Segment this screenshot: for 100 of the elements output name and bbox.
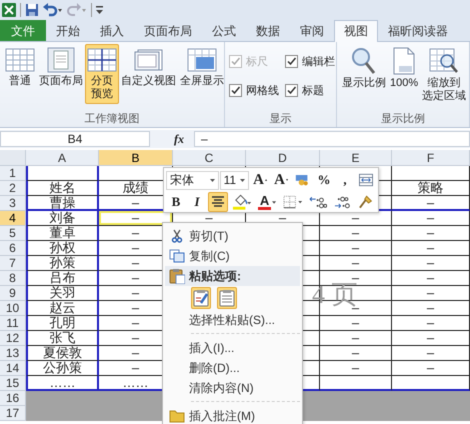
ribbon-button[interactable]: 分页 预览 bbox=[85, 44, 119, 104]
table-cell: 孙权 bbox=[26, 241, 99, 256]
menu-heading: 粘贴选项: bbox=[165, 266, 300, 286]
file-tab[interactable]: 文件 bbox=[0, 20, 46, 41]
column-header[interactable]: E bbox=[320, 150, 392, 166]
checkbox[interactable] bbox=[285, 55, 298, 68]
clipboard-icon bbox=[219, 289, 235, 307]
table-cell: – bbox=[99, 211, 173, 226]
font-field[interactable]: 宋体 bbox=[166, 170, 219, 190]
column-header[interactable]: F bbox=[392, 150, 470, 166]
toolbar-button[interactable] bbox=[208, 192, 228, 212]
checkbox-label: 标尺 bbox=[246, 55, 268, 69]
decrease-decimal-icon bbox=[334, 195, 351, 209]
font-color-button[interactable]: A bbox=[255, 192, 280, 212]
brush-icon bbox=[358, 194, 373, 210]
ribbon-tab[interactable]: 视图 bbox=[334, 20, 378, 42]
row-header[interactable]: 13 bbox=[0, 346, 26, 361]
menu-item[interactable]: 插入批注(M) bbox=[165, 406, 300, 424]
paste-values-button[interactable] bbox=[217, 287, 237, 309]
borders-icon bbox=[283, 195, 302, 209]
checkbox-label: 标题 bbox=[302, 84, 324, 98]
ribbon-button[interactable]: 页面布局 bbox=[37, 44, 85, 91]
undo-icon[interactable] bbox=[43, 3, 63, 17]
row-header[interactable]: 9 bbox=[0, 286, 26, 301]
grid-icon bbox=[87, 47, 117, 73]
grow-font-button[interactable]: A bbox=[250, 170, 270, 190]
row-header[interactable]: 3 bbox=[0, 196, 26, 211]
insert-function-button[interactable]: fx bbox=[164, 132, 194, 146]
table-cell: – bbox=[320, 226, 392, 241]
save-icon[interactable] bbox=[25, 3, 39, 17]
table-cell: 公孙策 bbox=[26, 361, 99, 376]
page-icon bbox=[391, 47, 418, 75]
table-cell: 刘备 bbox=[26, 211, 99, 226]
table-cell: – bbox=[392, 271, 470, 286]
row-header[interactable]: 8 bbox=[0, 271, 26, 286]
row-header[interactable]: 12 bbox=[0, 331, 26, 346]
customize-icon[interactable] bbox=[96, 5, 104, 15]
checkbox[interactable] bbox=[229, 84, 242, 97]
checkbox[interactable] bbox=[285, 84, 298, 97]
app-icon[interactable] bbox=[2, 3, 16, 17]
row-header[interactable]: 4 bbox=[0, 211, 26, 226]
column-header[interactable]: A bbox=[26, 150, 99, 166]
toolbar-button[interactable]: , bbox=[334, 170, 355, 190]
formula-field[interactable]: – bbox=[194, 131, 470, 147]
group-label: 工作簿视图 bbox=[84, 112, 140, 127]
column-header[interactable]: D bbox=[246, 150, 320, 166]
ribbon-button[interactable]: 全屏显示 bbox=[178, 44, 224, 91]
ribbon-tab[interactable]: 公式 bbox=[202, 20, 246, 41]
italic-button[interactable]: I bbox=[187, 192, 207, 212]
table-cell: 关羽 bbox=[26, 286, 99, 301]
table-cell: – bbox=[392, 331, 470, 346]
row-header[interactable]: 6 bbox=[0, 241, 26, 256]
table-cell: – bbox=[392, 211, 470, 226]
table-cell: 孙策 bbox=[26, 256, 99, 271]
table-cell: – bbox=[392, 361, 470, 376]
ribbon-tab[interactable]: 数据 bbox=[246, 20, 290, 41]
name-box[interactable]: B4 bbox=[0, 131, 150, 147]
row-header[interactable]: 1 bbox=[0, 166, 26, 181]
row-header[interactable]: 16 bbox=[0, 391, 26, 406]
row-header[interactable]: 2 bbox=[0, 181, 26, 196]
ribbon-tab[interactable]: 审阅 bbox=[290, 20, 334, 41]
row-header[interactable]: 5 bbox=[0, 226, 26, 241]
column-header[interactable]: C bbox=[173, 150, 246, 166]
clipboard-icon bbox=[193, 289, 209, 307]
ribbon-button[interactable]: 自定义视图 bbox=[119, 44, 178, 91]
fill-color-icon bbox=[232, 194, 252, 210]
table-cell: 策略 bbox=[392, 181, 470, 196]
row-header[interactable]: 14 bbox=[0, 361, 26, 376]
row-header[interactable]: 15 bbox=[0, 376, 26, 391]
row-header[interactable]: 17 bbox=[0, 406, 26, 421]
paste-button[interactable] bbox=[191, 287, 211, 309]
row-header[interactable]: 11 bbox=[0, 316, 26, 331]
ribbon-button[interactable]: 缩放到 选定区域 bbox=[420, 44, 468, 106]
ribbon-button[interactable]: 100% bbox=[388, 44, 420, 93]
ribbon-tab[interactable]: 开始 bbox=[46, 20, 90, 41]
toolbar-button[interactable]: % bbox=[314, 170, 334, 190]
table-cell: 赵云 bbox=[26, 301, 99, 316]
ribbon-tab[interactable]: 福昕阅读器 bbox=[378, 20, 458, 41]
checkbox-label: 网格线 bbox=[246, 84, 279, 98]
table-cell: …… bbox=[26, 376, 99, 391]
ribbon-tab[interactable]: 插入 bbox=[90, 20, 134, 41]
table-cell: 董卓 bbox=[26, 226, 99, 241]
row-header[interactable]: 7 bbox=[0, 256, 26, 271]
ribbon-button[interactable]: 显示比例 bbox=[340, 44, 388, 93]
table-cell: – bbox=[320, 346, 392, 361]
dropdown-icon bbox=[210, 178, 215, 182]
shrink-font-button[interactable]: A bbox=[271, 170, 292, 190]
column-header[interactable]: B bbox=[99, 150, 173, 166]
row-header[interactable]: 10 bbox=[0, 301, 26, 316]
ribbon-tab[interactable]: 页面布局 bbox=[134, 20, 202, 41]
ribbon-button[interactable]: 普通 bbox=[3, 44, 37, 91]
font-size-field[interactable]: 11 bbox=[220, 170, 250, 190]
dropdown-icon bbox=[272, 200, 276, 204]
table-cell: 曹操 bbox=[26, 196, 99, 211]
align-center-icon bbox=[211, 196, 225, 208]
table-cell: – bbox=[320, 331, 392, 346]
table-cell: – bbox=[392, 286, 470, 301]
zoom-grid-icon bbox=[429, 47, 460, 75]
table-cell: – bbox=[392, 346, 470, 361]
up-caret-icon bbox=[264, 178, 268, 182]
